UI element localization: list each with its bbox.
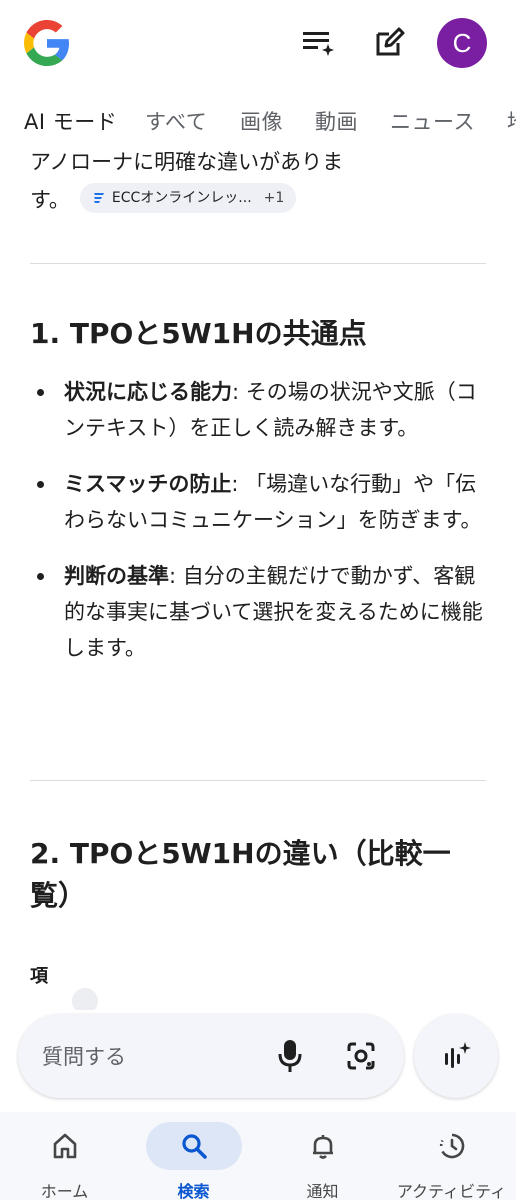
home-icon	[53, 1133, 76, 1159]
intro-text-end: す。	[30, 188, 70, 212]
nav-home-pill	[17, 1122, 113, 1170]
scroll-bubble	[72, 988, 98, 1010]
tab-images[interactable]: 画像	[240, 106, 283, 136]
tab-videos[interactable]: 動画	[315, 106, 358, 136]
nav-search[interactable]: 検索	[129, 1112, 258, 1201]
bullet-list: 状況に応じる能力: その場の状況や文脈（コンテキスト）を正しく読み解きます。 ミ…	[30, 374, 486, 686]
nav-notifications-label: 通知	[306, 1182, 339, 1201]
section-heading: 2. TPOと5W1Hの違い（比較一覧）	[30, 837, 451, 912]
google-g-logo[interactable]	[24, 20, 70, 66]
ai-mode-sparkle-button[interactable]	[414, 1014, 498, 1098]
lens-camera-icon[interactable]	[341, 1036, 381, 1076]
source-chip-count: +1	[263, 190, 285, 206]
bell-icon	[312, 1135, 333, 1159]
intro-text: す。 ECCオンラインレッ... +1	[30, 182, 490, 218]
list-item: 状況に応じる能力: その場の状況や文脈（コンテキスト）を正しく読み解きます。	[30, 374, 486, 446]
edit-icon[interactable]	[370, 22, 410, 62]
tab-all[interactable]: すべて	[145, 106, 207, 136]
bottom-navigation: ホーム 検索 通知 アクティビティ	[0, 1112, 516, 1201]
tab-news[interactable]: ニュース	[390, 106, 475, 136]
list-item: ミスマッチの防止: 「場違いな行動」や「伝わらないコミュニケーション」を防ぎます…	[30, 466, 486, 538]
nav-home[interactable]: ホーム	[0, 1112, 129, 1201]
nav-home-label: ホーム	[40, 1182, 89, 1201]
nav-notifications-pill	[275, 1122, 371, 1170]
activity-icon	[439, 1133, 464, 1159]
tab-maps[interactable]: 地	[507, 106, 516, 136]
nav-search-pill	[145, 1122, 242, 1170]
source-chip[interactable]: ECCオンラインレッ... +1	[79, 183, 297, 213]
source-favicon-icon	[93, 193, 104, 203]
divider	[30, 263, 486, 264]
ai-answer-content: アノローナに明確な違いがありま す。 ECCオンラインレッ... +1 1. TPO…	[0, 150, 516, 1010]
tab-ai-mode[interactable]: AI モード	[24, 106, 117, 136]
ai-mode-sparkle-icon	[445, 1042, 471, 1068]
table-column-header: 項	[30, 966, 48, 987]
nav-notifications[interactable]: 通知	[258, 1112, 387, 1201]
intro-text-cut: アノローナに明確な違いがありま	[30, 150, 344, 174]
bullet-term: 判断の基準	[64, 564, 169, 588]
ask-input-bar[interactable]: 質問する	[18, 1014, 404, 1098]
task-list-sparkle-icon[interactable]	[298, 22, 338, 62]
section-heading: 1. TPOと5W1Hの共通点	[30, 317, 367, 350]
bullet-term: 状況に応じる能力	[64, 380, 232, 404]
nav-search-label: 検索	[177, 1182, 210, 1201]
nav-activity[interactable]: アクティビティ	[387, 1112, 516, 1201]
nav-activity-pill	[404, 1122, 500, 1170]
nav-activity-label: アクティビティ	[396, 1182, 507, 1201]
source-chip-label: ECCオンラインレッ...	[111, 190, 252, 206]
search-tabs: AI モード すべて 画像 動画 ニュース 地	[0, 92, 516, 150]
bullet-term: ミスマッチの防止	[64, 472, 232, 496]
divider	[30, 780, 486, 781]
search-icon	[181, 1134, 207, 1159]
microphone-icon[interactable]	[270, 1036, 310, 1076]
avatar[interactable]: C	[437, 18, 487, 68]
top-app-bar: C	[0, 0, 516, 92]
ask-input-placeholder[interactable]: 質問する	[42, 1041, 126, 1071]
list-item: 判断の基準: 自分の主観だけで動かず、客観的な事実に基づいて選択を変えるために機…	[30, 558, 486, 666]
